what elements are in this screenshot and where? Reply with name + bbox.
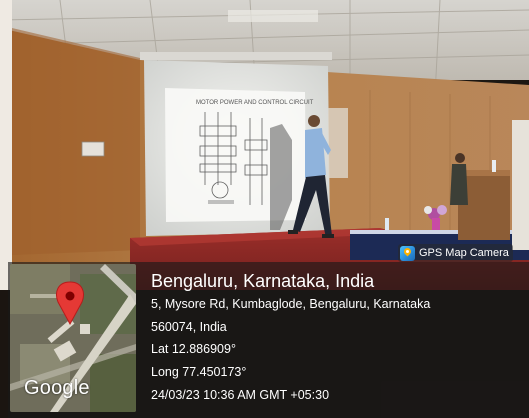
google-logo: Google bbox=[24, 377, 90, 399]
slide-heading: MOTOR POWER AND CONTROL CIRCUIT bbox=[196, 100, 314, 106]
location-title: Bengaluru, Karnataka, India bbox=[151, 271, 375, 291]
address-line-1: 5, Mysore Rd, Kumbaglode, Bengaluru, Kar… bbox=[151, 297, 431, 311]
gps-map-camera-icon bbox=[400, 245, 415, 261]
gps-map-camera-label: GPS Map Camera bbox=[419, 247, 509, 259]
latitude-text: Lat 12.886909° bbox=[151, 342, 236, 356]
datetime-text: 24/03/23 10:36 AM GMT +05:30 bbox=[151, 388, 330, 402]
address-line-2: 560074, India bbox=[151, 320, 227, 334]
longitude-text: Long 77.450173° bbox=[151, 365, 247, 379]
gps-map-camera-badge: GPS Map Camera bbox=[398, 244, 513, 262]
